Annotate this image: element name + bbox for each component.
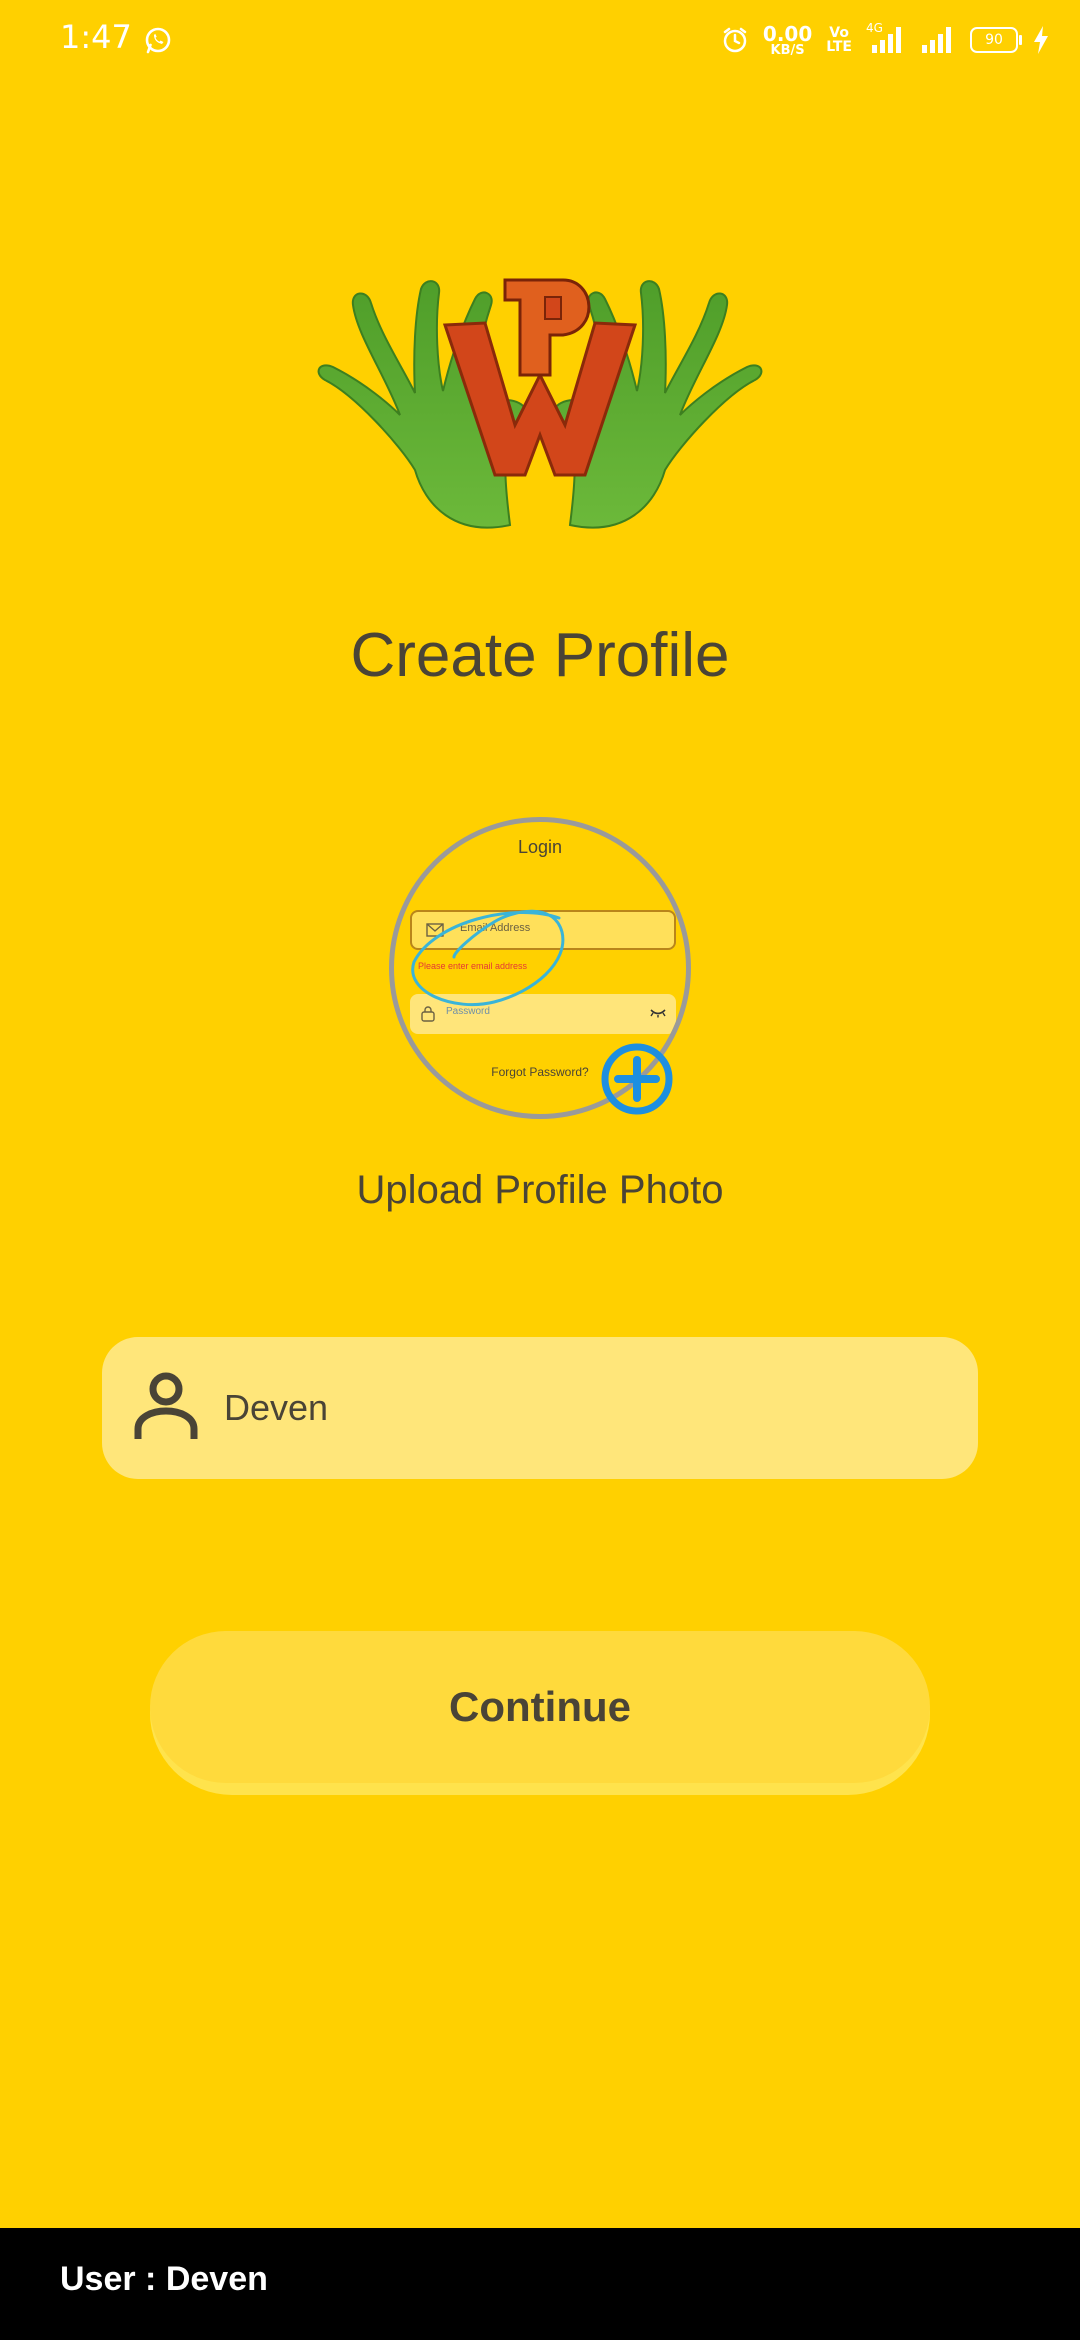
battery-icon: 90: [970, 27, 1022, 53]
bottom-bar: User : Deven: [0, 2228, 1080, 2340]
alarm-icon: [723, 27, 747, 53]
net-speed-value: 0.00: [762, 21, 813, 46]
signal-icon: 4G: [866, 21, 906, 55]
volte-indicator: Vo LTE: [826, 26, 852, 54]
status-icons: 0.00 KB/S Vo LTE 4G 90: [721, 18, 1050, 62]
page-title: Create Profile: [350, 621, 730, 690]
person-icon: [134, 1372, 198, 1439]
volte-bottom: LTE: [826, 39, 852, 55]
status-time: 1:47: [60, 18, 132, 56]
current-user-label: User : Deven: [60, 2260, 268, 2298]
name-input[interactable]: [224, 1337, 944, 1479]
status-bar: 1:47 0.00 KB/S Vo LTE 4G 90: [0, 0, 1080, 80]
volte-top: Vo: [829, 25, 849, 41]
charging-icon: [1034, 26, 1048, 54]
name-field[interactable]: [102, 1337, 978, 1479]
net-speed-unit: KB/S: [770, 42, 805, 58]
whatsapp-icon: [145, 27, 171, 54]
app-logo: [317, 278, 763, 529]
battery-level: 90: [985, 32, 1003, 48]
continue-button[interactable]: Continue: [150, 1631, 930, 1783]
add-photo-icon[interactable]: [600, 1042, 674, 1116]
upload-photo-label[interactable]: Upload Profile Photo: [0, 1168, 1080, 1213]
net-speed: 0.00 KB/S: [763, 24, 812, 57]
signal-icon-2: [922, 27, 951, 53]
